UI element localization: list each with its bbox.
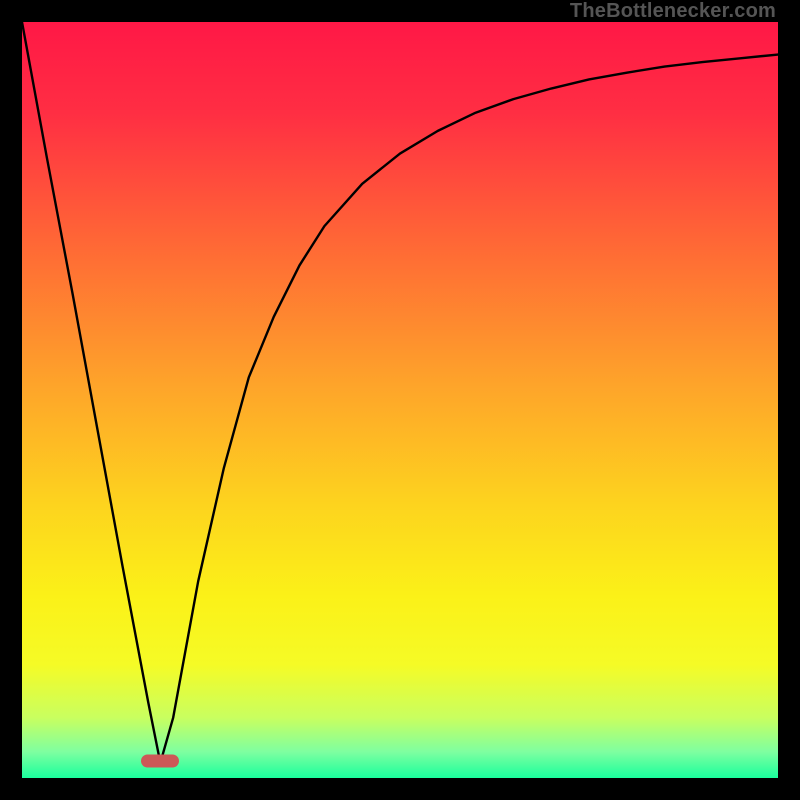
chart-line [22, 22, 778, 778]
chart-border-left [0, 0, 22, 800]
chart-minimum-marker [141, 754, 179, 767]
watermark-text: TheBottlenecker.com [570, 0, 776, 22]
chart-border-bottom [0, 778, 800, 800]
chart-border-right [778, 0, 800, 800]
chart-plot-area [22, 22, 778, 778]
